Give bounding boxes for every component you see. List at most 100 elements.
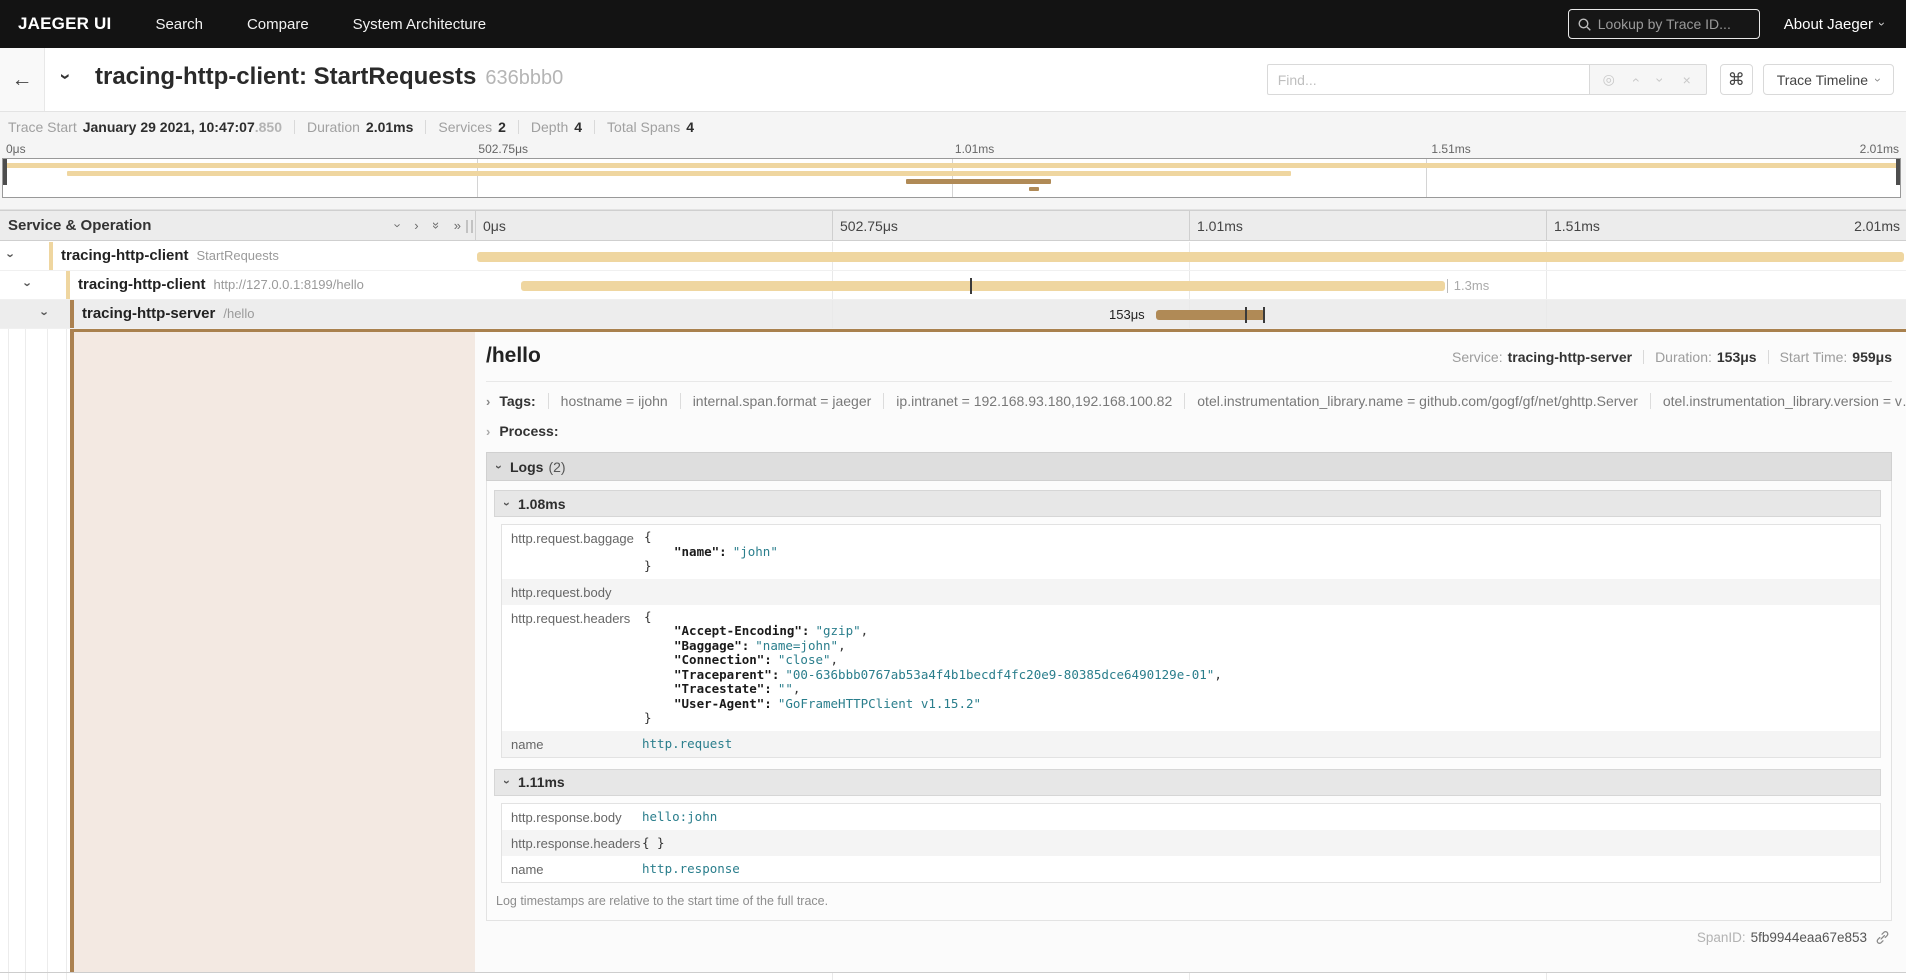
span-row-http-request[interactable]: 1.3ms › tracing-http-client http://127.0.… — [0, 271, 1906, 300]
trace-minimap[interactable] — [2, 158, 1901, 198]
service-operation-title: Service & Operation — [8, 217, 151, 234]
collapse-one-icon[interactable]: › — [396, 218, 400, 233]
log-timestamp-header[interactable]: › 1.11ms — [494, 769, 1881, 796]
logs-body: › 1.08ms http.request.baggage { "name":"… — [486, 481, 1892, 921]
partial-next-row — [0, 972, 1906, 980]
nav-item-compare[interactable]: Compare — [247, 16, 309, 33]
log-tick — [970, 278, 972, 294]
process-toggle-row[interactable]: › Process: — [486, 423, 1892, 439]
search-icon — [1578, 18, 1591, 31]
total-spans-value: 4 — [686, 119, 694, 135]
log-field-value: http.response — [642, 861, 740, 876]
log-field-row: http.response.body hello:john — [502, 804, 1880, 830]
match-target-icon[interactable]: ◎ — [1596, 71, 1622, 88]
span-row-hello-selected[interactable]: 153μs › tracing-http-server/hello — [0, 300, 1906, 329]
chevron-down-icon: › — [501, 780, 513, 784]
nav-item-system-architecture[interactable]: System Architecture — [353, 16, 486, 33]
chevron-down-icon: › — [501, 502, 513, 506]
logs-accordion-header[interactable]: › Logs (2) — [486, 452, 1892, 481]
next-match-icon[interactable]: › — [1648, 72, 1674, 88]
tags-label: Tags: — [499, 393, 535, 409]
log-fields-table: http.request.baggage { "name":"john" } h… — [501, 524, 1881, 758]
trace-title-bar: ← › tracing-http-client: StartRequests63… — [0, 48, 1906, 112]
log-field-value: { "Accept-Encoding":"gzip", "Baggage":"n… — [642, 610, 1222, 726]
row-collapse-chevron-icon[interactable]: › — [39, 311, 52, 315]
minimap-tick-2: 1.01ms — [955, 142, 994, 156]
log-field-value: http.request — [642, 736, 732, 751]
log-field-key: http.request.headers — [511, 610, 642, 626]
column-resizer-handle[interactable] — [466, 220, 473, 233]
detail-start-time-label: Start Time: — [1780, 349, 1848, 365]
keyboard-shortcuts-button[interactable]: ⌘ — [1720, 64, 1753, 95]
expand-all-icon[interactable]: » — [454, 218, 461, 233]
collapse-trace-chevron-icon[interactable]: › — [56, 73, 75, 79]
about-jaeger-menu[interactable]: About Jaeger › — [1784, 16, 1884, 33]
command-key-icon: ⌘ — [1728, 70, 1745, 90]
span-duration-label: 153μs — [1047, 307, 1144, 322]
trace-view-selector[interactable]: Trace Timeline › — [1763, 64, 1894, 95]
log-field-row: http.request.baggage { "name":"john" } — [502, 525, 1880, 579]
row-collapse-chevron-icon[interactable]: › — [5, 253, 18, 257]
nav-item-search[interactable]: Search — [155, 16, 203, 33]
minimap-span-bar-1 — [6, 163, 1897, 168]
logs-section: › Logs (2) › 1.08ms http.request.baggage — [486, 452, 1892, 921]
log-timestamp: 1.08ms — [518, 496, 565, 512]
tags-toggle-row[interactable]: › Tags: hostname = ijohn internal.span.f… — [486, 393, 1892, 409]
log-timestamp-header[interactable]: › 1.08ms — [494, 490, 1881, 517]
row-collapse-chevron-icon[interactable]: › — [22, 282, 35, 286]
detail-service-label: Service: — [1452, 349, 1503, 365]
logs-count: (2) — [548, 459, 565, 475]
trace-lookup-input[interactable] — [1598, 16, 1750, 32]
span-service-name: tracing-http-client — [61, 247, 189, 264]
duration-tick — [1447, 279, 1448, 293]
log-field-value: hello:john — [642, 809, 717, 824]
link-icon[interactable] — [1875, 930, 1890, 945]
detail-service-value: tracing-http-server — [1508, 349, 1632, 365]
span-duration-label: 1.3ms — [1454, 278, 1489, 293]
expand-one-icon[interactable]: › — [414, 218, 418, 233]
service-operation-header: Service & Operation › › » » — [0, 211, 475, 240]
duration-label: Duration — [307, 119, 360, 135]
span-color-accent — [49, 242, 53, 270]
tree-controls: › › » » — [396, 218, 475, 233]
chevron-down-icon: › — [1876, 22, 1888, 26]
clear-find-icon[interactable]: × — [1674, 72, 1700, 88]
back-button[interactable]: ← — [0, 48, 45, 111]
find-input[interactable] — [1267, 64, 1589, 95]
log-field-row: http.response.headers { } — [502, 830, 1880, 856]
chevron-right-icon: › — [486, 425, 490, 438]
find-controls: ◎ › › × — [1589, 64, 1707, 95]
log-field-row: name http.response — [502, 856, 1880, 882]
prev-match-icon[interactable]: › — [1622, 72, 1648, 88]
detail-start-time-value: 959μs — [1852, 349, 1892, 365]
detail-duration-value: 153μs — [1717, 349, 1757, 365]
total-spans-label: Total Spans — [607, 119, 680, 135]
minimap-left-scrubber[interactable] — [3, 159, 7, 185]
back-arrow-icon: ← — [12, 68, 33, 92]
trace-id-short: 636bbb0 — [485, 67, 563, 89]
jaeger-trace-page: JAEGER UI Search Compare System Architec… — [0, 0, 1906, 980]
app-brand[interactable]: JAEGER UI — [18, 14, 111, 34]
minimap-tick-0: 0μs — [6, 142, 26, 156]
span-detail-panel: /hello Service: tracing-http-server Dura… — [0, 329, 1906, 972]
log-field-value: { "name":"john" } — [642, 530, 778, 574]
log-field-row: name http.request — [502, 731, 1880, 757]
log-timestamp: 1.11ms — [518, 774, 565, 790]
log-entry-2: › 1.11ms http.response.body hello:john h… — [494, 769, 1881, 883]
span-bar-hello[interactable] — [1156, 310, 1265, 320]
tag-ip-intranet: ip.intranet = 192.168.93.180,192.168.100… — [883, 393, 1184, 409]
minimap-right-scrubber[interactable] — [1896, 159, 1900, 185]
span-row-startrequests[interactable]: › tracing-http-clientStartRequests — [0, 242, 1906, 271]
log-field-row: http.request.headers { "Accept-Encoding"… — [502, 605, 1880, 731]
span-color-accent — [70, 300, 74, 328]
log-field-value: { } — [642, 835, 665, 850]
chevron-down-icon: › — [493, 465, 505, 469]
ruler-cell-2: 1.01ms — [1189, 211, 1546, 240]
span-bar-http-request[interactable] — [521, 281, 1445, 291]
collapse-all-icon[interactable]: » — [433, 218, 440, 233]
minimap-ruler: 0μs 502.75μs 1.01ms 1.51ms 2.01ms — [0, 141, 1906, 158]
span-bar-startrequests[interactable] — [477, 252, 1904, 262]
span-service-name: tracing-http-client — [78, 276, 206, 293]
tag-span-format: internal.span.format = jaeger — [680, 393, 884, 409]
span-operation-name: http://127.0.0.1:8199/hello — [214, 277, 364, 292]
